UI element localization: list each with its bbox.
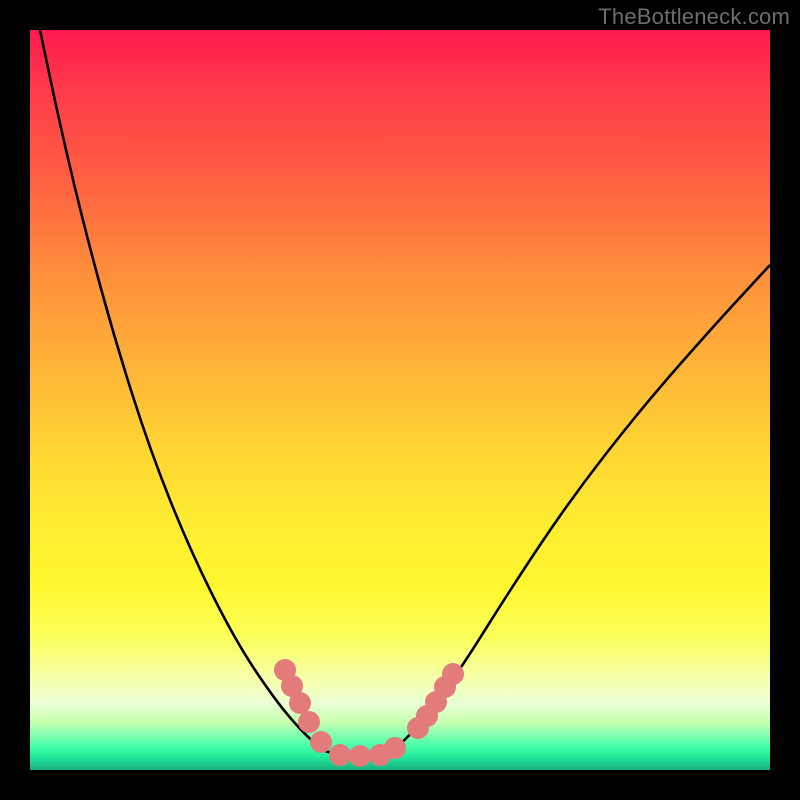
- chart-svg: [30, 30, 770, 770]
- curve-left-descent: [40, 30, 325, 751]
- highlight-dot: [298, 711, 320, 733]
- curve-group: [40, 30, 770, 756]
- watermark-text: TheBottleneck.com: [598, 4, 790, 30]
- highlight-dot: [310, 731, 332, 753]
- highlight-dot: [384, 737, 406, 759]
- highlight-dot: [349, 745, 371, 767]
- chart-frame: TheBottleneck.com: [0, 0, 800, 800]
- highlight-dot: [442, 663, 464, 685]
- highlight-dot: [329, 744, 351, 766]
- plot-area: [30, 30, 770, 770]
- highlight-markers: [274, 659, 464, 767]
- highlight-dot: [289, 692, 311, 714]
